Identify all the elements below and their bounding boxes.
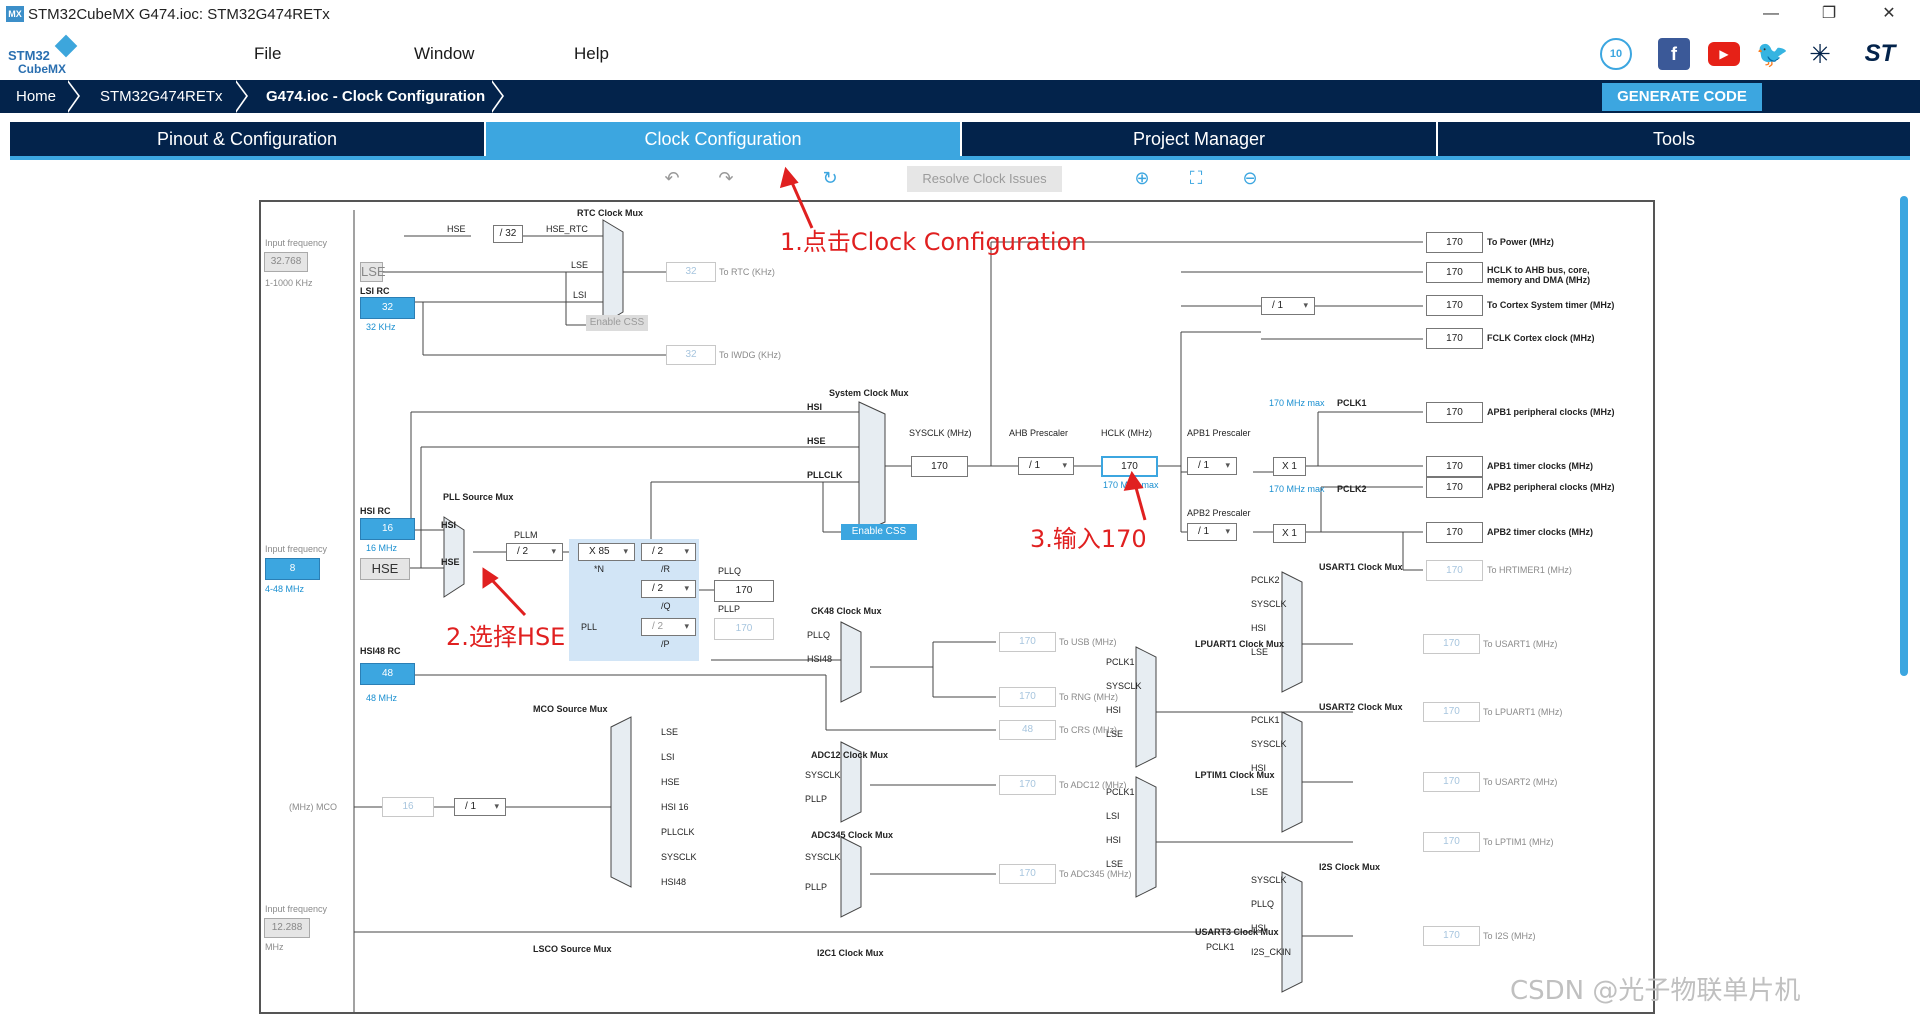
annotation-arrows (482, 166, 1147, 617)
annotation-step1: 1.点击Clock Configuration (780, 228, 1087, 256)
watermark: CSDN @光子物联单片机 (1510, 976, 1801, 1006)
annotation-step2: 2.选择HSE (446, 623, 566, 651)
annotation-step3: 3.输入170 (1030, 525, 1147, 553)
